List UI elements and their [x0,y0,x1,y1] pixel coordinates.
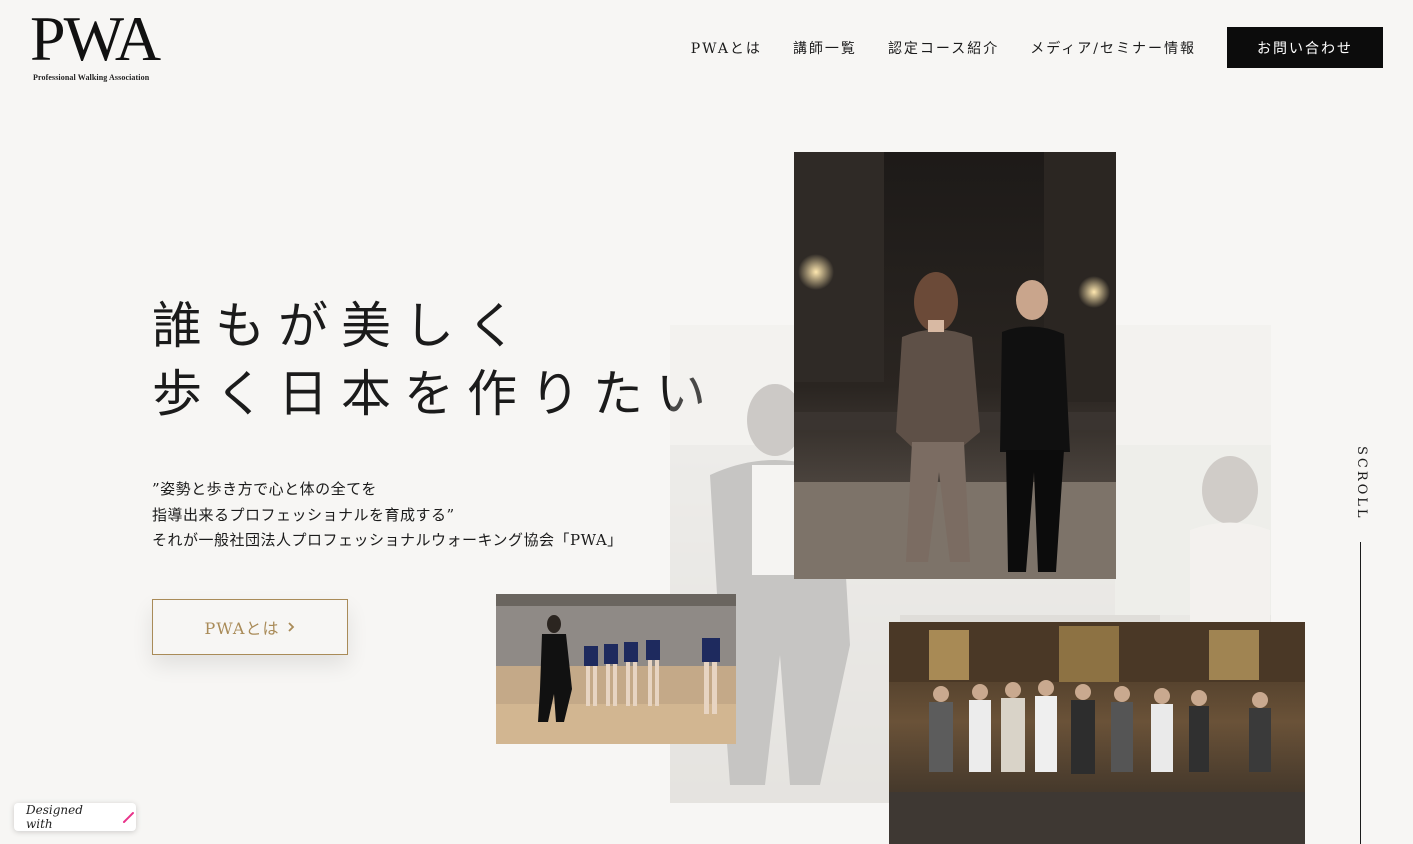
main-nav: PWAとは 講師一覧 認定コース紹介 メディア/セミナー情報 お問い合わせ [691,27,1383,68]
headline-line-1: 誰もが美しく [152,297,530,355]
lead-line-1: ”姿勢と歩き方で心と体の全てを [152,480,377,498]
designed-with-badge[interactable]: Designed with [14,803,136,831]
logo-subtext: Professional Walking Association [33,73,150,82]
runway-couple-photo [794,152,1116,579]
about-cta-button[interactable]: PWAとは [152,599,348,655]
chevron-right-icon [288,622,295,632]
logo[interactable]: PWA Professional Walking Association [30,3,170,88]
nav-item-courses[interactable]: 認定コース紹介 [888,38,999,58]
pen-icon [123,812,135,823]
nav-item-instructors[interactable]: 講師一覧 [793,38,857,58]
lead-line-2: 指導出来るプロフェッショナルを育成する” [152,505,455,524]
nav-item-about[interactable]: PWAとは [691,38,762,58]
nav-item-media[interactable]: メディア/セミナー情報 [1030,38,1196,58]
runway-group-photo [889,622,1305,844]
cta-label: PWAとは [204,619,280,638]
hero-lead: ”姿勢と歩き方で心と体の全てを 指導出来るプロフェッショナルを育成する” それが… [152,477,623,554]
scroll-indicator-line [1360,542,1361,844]
lead-line-3: それが一般社団法人プロフェッショナルウォーキング協会「PWA」 [152,531,623,549]
studio-lesson-photo [496,594,736,744]
hero-headline: 誰もが美しく 歩く日本を作りたい [152,292,719,428]
contact-button[interactable]: お問い合わせ [1227,27,1383,68]
scroll-indicator-label: SCROLL [1354,446,1369,521]
headline-line-2: 歩く日本を作りたい [152,365,719,423]
badge-label: Designed with [26,803,83,831]
logo-mark: PWA [30,3,161,74]
